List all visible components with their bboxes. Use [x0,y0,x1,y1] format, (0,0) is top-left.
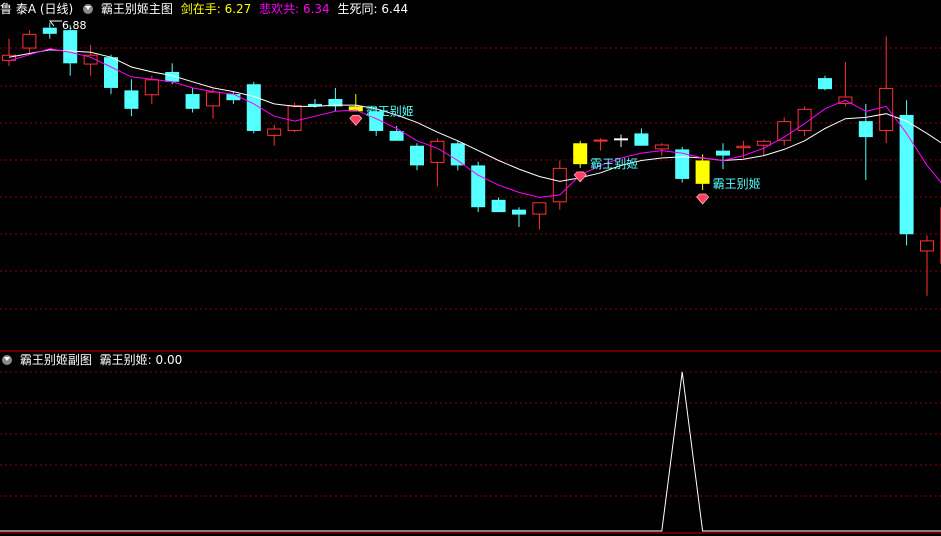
candle-body [22,33,37,49]
candle-body [552,167,567,203]
candle [491,197,506,213]
candle [42,22,57,39]
candle [716,143,730,170]
candle-body [573,143,588,165]
candle-body [206,91,220,107]
candle-body [410,145,424,166]
candle [22,30,37,55]
candle [654,143,669,156]
candle [430,138,445,187]
candle-body [858,121,873,138]
candle-body [716,150,730,156]
line3-value: 6.44 [381,2,409,16]
line2-label: 悲欢共: [259,2,303,16]
line3-label: 生死同: [337,2,382,16]
line1-label: 剑在手: [180,2,225,16]
candle [287,102,302,133]
candle [410,143,424,171]
sub-indicator-name[interactable]: 霸王别姬副图 [20,353,92,367]
sub-header: 霸王别姬副图 霸王别姬: 0.00 [0,351,190,369]
candle [593,138,608,151]
candle [756,139,771,156]
diamond-icon [573,171,587,183]
chart-canvas: 霸王别姬霸王别姬霸王别姬 6.88 [0,19,941,534]
signal-label: 霸王别姬 [590,157,638,171]
candle [348,94,363,112]
candle-body [287,105,302,131]
candle-body [450,143,465,166]
candle-body [246,84,261,131]
candle-body [124,90,139,109]
candle-body [63,30,78,64]
candle-body [654,144,669,150]
candle [104,54,118,95]
candle [879,36,894,144]
candle [246,81,261,134]
chevron-down-icon[interactable] [2,355,12,365]
candle-body [42,27,57,34]
sub-value-label: 霸王别姬: [99,353,156,367]
candle-body [879,87,894,131]
candle-body [818,78,832,90]
candle [512,207,526,227]
signal-label: 霸王别姬 [713,177,761,191]
candle-body [532,202,547,215]
symbol-title: 鲁 泰A (日线) [0,2,74,16]
candle-body [491,199,506,213]
main-grid [0,47,941,310]
candle [899,100,914,246]
candle-body [695,160,710,184]
main-header: 鲁 泰A (日线) 霸王别姬主图 剑在手: 6.27 悲欢共: 6.34 生死同… [0,0,412,18]
candle [267,124,282,146]
candle-body [144,79,159,96]
candle [124,79,139,117]
candle [797,106,812,136]
candle [185,87,200,113]
candle [920,235,934,296]
candle-body [634,133,649,146]
candle [328,87,343,112]
candle [614,134,628,147]
candle [471,161,486,213]
candle [573,140,588,168]
candle [858,103,873,181]
candle [777,117,792,146]
candle-body [267,128,282,136]
candle [206,89,220,119]
candle-body [430,140,445,163]
candle-body [389,130,404,141]
candle-body [614,138,628,141]
sub-grid [0,371,941,497]
candle-body [593,139,608,142]
candle [634,128,649,146]
line2-value: 6.34 [302,2,330,16]
candle [552,160,567,210]
candle-body [185,94,200,109]
candle-body [512,209,526,215]
candle-body [736,145,751,149]
sub-indicator-line [0,371,941,532]
candle [818,75,832,91]
diamond-icon [696,193,710,205]
signal-label: 霸王别姬 [366,104,414,118]
candle [450,140,465,171]
max-price-label: 6.88 [62,19,87,32]
candle [695,154,710,190]
candle-body [104,57,118,88]
line1-value: 6.27 [224,2,252,16]
candle [2,38,16,66]
candle [532,202,547,230]
sub-value: 0.00 [155,353,183,367]
chevron-down-icon[interactable] [83,4,94,14]
candle-body [920,240,934,252]
main-indicator-name[interactable]: 霸王别姬主图 [101,2,173,16]
diamond-icon [349,114,363,126]
candle-body [226,94,241,101]
candle [83,44,98,76]
candle-body [756,140,771,146]
